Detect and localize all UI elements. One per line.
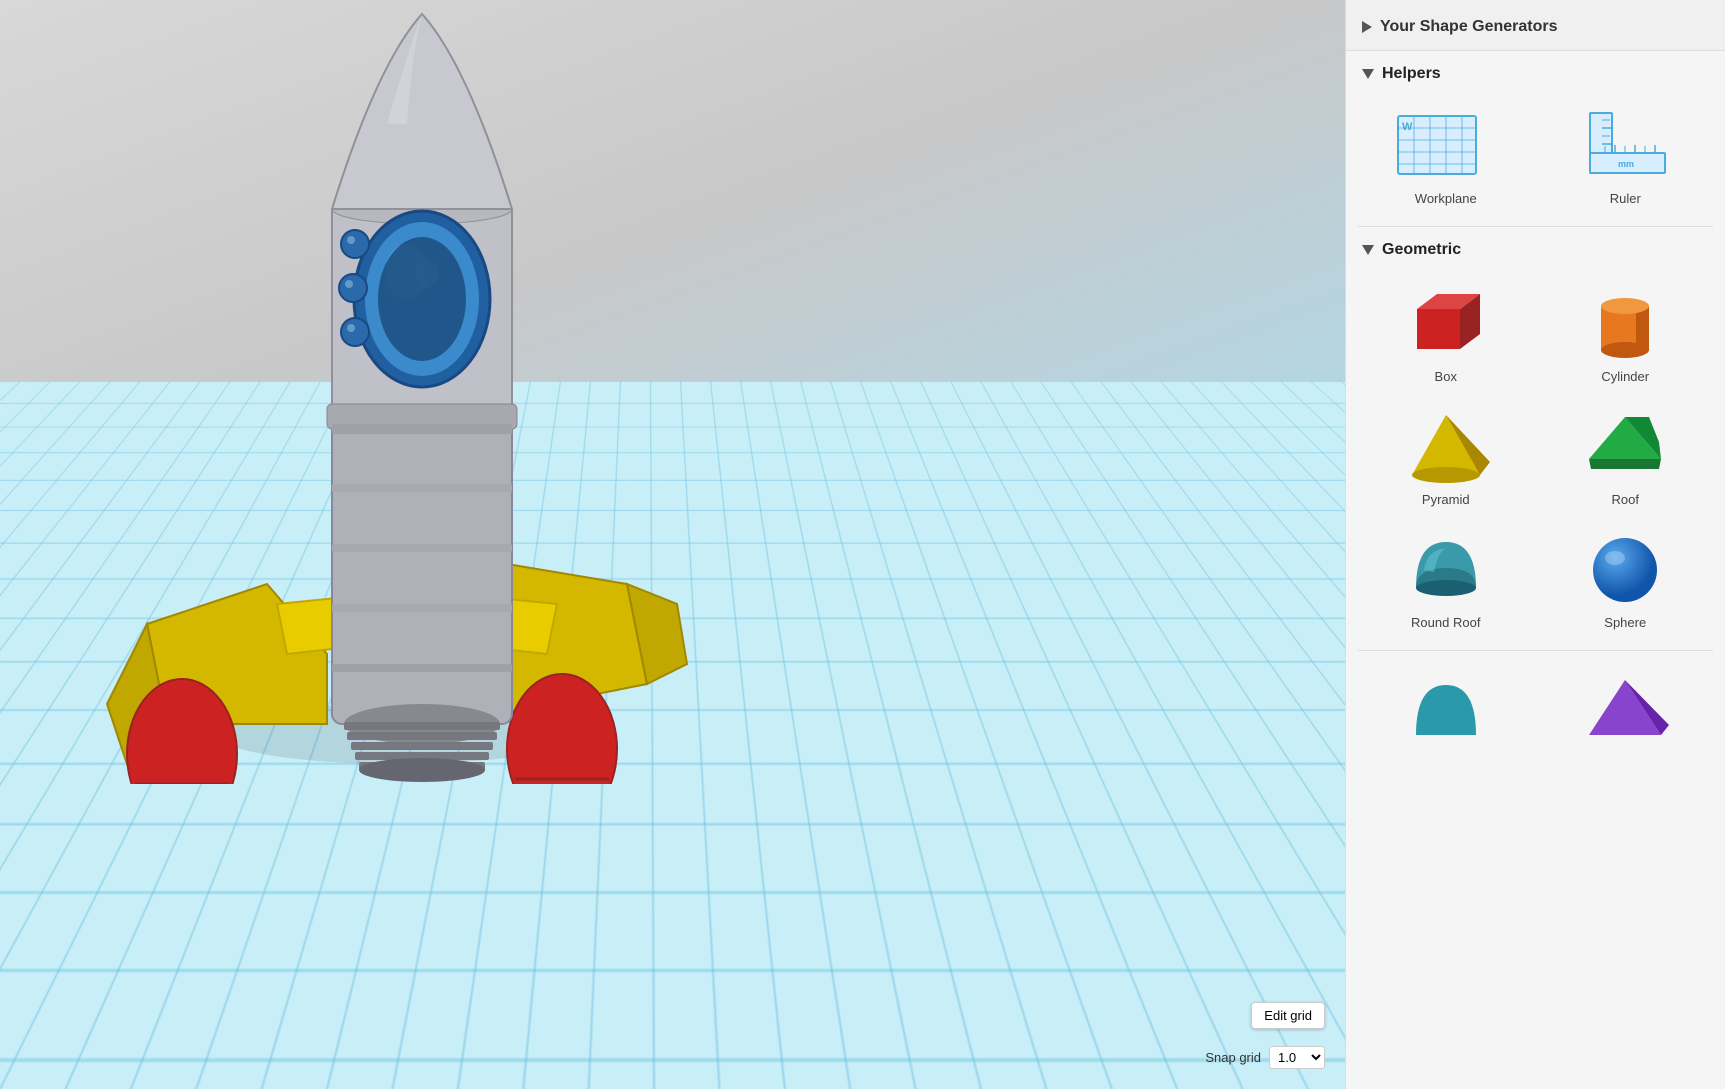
pyramid-label: Pyramid (1422, 492, 1470, 507)
sphere-label: Sphere (1604, 615, 1646, 630)
geometric-section-header[interactable]: Geometric (1346, 227, 1725, 269)
snap-grid-bar: Snap grid 0.1 0.5 1.0 2.0 5.0 10.0 (1205, 1046, 1325, 1069)
helpers-section-header[interactable]: Helpers (1346, 51, 1725, 93)
geometric-title: Geometric (1382, 241, 1461, 259)
sphere-shape-item[interactable]: Sphere (1538, 519, 1714, 638)
right-panel: Your Shape Generators Helpers (1345, 0, 1725, 1089)
collapse-helpers-icon (1362, 69, 1374, 79)
cylinder-icon (1580, 283, 1670, 363)
workplane-icon: W (1396, 105, 1496, 185)
cylinder-shape-item[interactable]: Cylinder (1538, 273, 1714, 392)
partial-shape-icon-2 (1580, 665, 1670, 745)
roof-shape-item[interactable]: Roof (1538, 396, 1714, 515)
round-roof-shape-item[interactable]: Round Roof (1358, 519, 1534, 638)
collapse-geometric-icon (1362, 245, 1374, 255)
ruler-item[interactable]: mm Ruler (1538, 97, 1714, 214)
geometric-shape-grid: Box Cylinder (1346, 269, 1725, 650)
svg-text:mm: mm (1618, 159, 1634, 169)
round-roof-icon (1401, 529, 1491, 609)
canvas-area: Edit grid Snap grid 0.1 0.5 1.0 2.0 5.0 … (0, 0, 1345, 1089)
box-label: Box (1435, 369, 1457, 384)
box-icon (1401, 283, 1491, 363)
round-roof-label: Round Roof (1411, 615, 1480, 630)
more-shape-item-2[interactable] (1538, 655, 1714, 753)
sphere-icon (1580, 529, 1670, 609)
more-shape-item-1[interactable] (1358, 655, 1534, 753)
snap-grid-label: Snap grid (1205, 1050, 1261, 1065)
ruler-label: Ruler (1610, 191, 1641, 206)
edit-grid-button[interactable]: Edit grid (1251, 1002, 1325, 1029)
cylinder-label: Cylinder (1601, 369, 1649, 384)
snap-grid-select[interactable]: 0.1 0.5 1.0 2.0 5.0 10.0 (1269, 1046, 1325, 1069)
shape-generators-header[interactable]: Your Shape Generators (1346, 0, 1725, 51)
svg-text:W: W (1402, 121, 1413, 133)
workplane-label: Workplane (1415, 191, 1477, 206)
workplane-item[interactable]: W Workplane (1358, 97, 1534, 214)
helpers-title: Helpers (1382, 65, 1441, 83)
shape-generators-title: Your Shape Generators (1380, 18, 1558, 36)
pyramid-icon (1401, 406, 1491, 486)
rocket-container (67, 4, 767, 784)
pyramid-shape-item[interactable]: Pyramid (1358, 396, 1534, 515)
roof-icon (1580, 406, 1670, 486)
ruler-icon: mm (1575, 105, 1675, 185)
more-shapes-grid (1346, 651, 1725, 765)
helpers-grid: W Workplane (1346, 93, 1725, 226)
expand-shape-generators-icon (1362, 21, 1372, 33)
box-shape-item[interactable]: Box (1358, 273, 1534, 392)
roof-label: Roof (1612, 492, 1639, 507)
partial-shape-icon-1 (1401, 665, 1491, 745)
